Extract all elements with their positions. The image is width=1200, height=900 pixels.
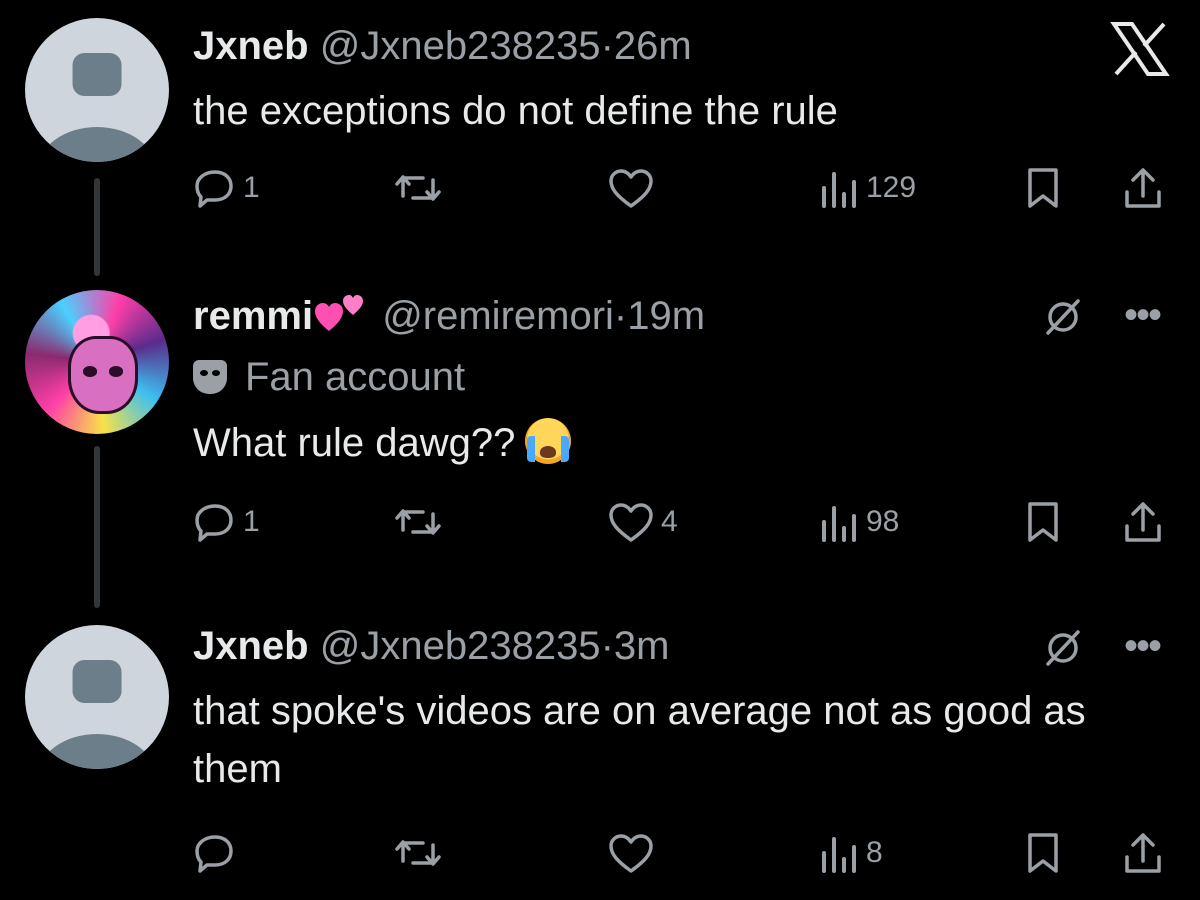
- repost-icon: [395, 509, 441, 535]
- views-icon: [822, 837, 856, 873]
- reply-button[interactable]: [193, 828, 237, 878]
- user-handle[interactable]: @remiremori: [382, 294, 614, 338]
- muted-icon[interactable]: [1043, 628, 1083, 668]
- timestamp[interactable]: 3m: [614, 624, 670, 668]
- tweet-header: remmi @remiremori·19m: [193, 291, 705, 340]
- user-handle[interactable]: @Jxneb238235: [320, 624, 601, 668]
- tweet-text-content: What rule dawg??: [193, 421, 516, 465]
- tweet-actions: 1 129: [193, 163, 1173, 213]
- account-label[interactable]: Fan account: [193, 353, 465, 401]
- avatar[interactable]: [25, 625, 169, 769]
- tweet-actions: 1 4 98: [193, 497, 1173, 547]
- share-icon: [1125, 168, 1161, 208]
- like-button[interactable]: [607, 163, 655, 213]
- like-button[interactable]: 4: [607, 497, 678, 547]
- view-count: 8: [866, 836, 883, 869]
- muted-icon[interactable]: [1043, 297, 1083, 337]
- timestamp[interactable]: 19m: [627, 294, 705, 338]
- avatar[interactable]: [25, 290, 169, 434]
- separator: ·: [600, 624, 614, 668]
- x-logo-icon[interactable]: [1110, 22, 1170, 76]
- theater-mask-icon: [193, 360, 227, 394]
- repost-button[interactable]: [393, 497, 443, 547]
- more-icon[interactable]: •••: [1124, 626, 1162, 666]
- like-button[interactable]: [607, 828, 655, 878]
- tweet-actions: 8: [193, 828, 1173, 878]
- bookmark-button[interactable]: [1025, 163, 1061, 213]
- repost-button[interactable]: [393, 163, 443, 213]
- share-icon: [1125, 833, 1161, 873]
- view-count: 98: [866, 505, 900, 538]
- reply-button[interactable]: 1: [193, 497, 260, 547]
- separator: ·: [600, 24, 614, 68]
- reply-count: 1: [243, 505, 260, 538]
- tweet-header: Jxneb @Jxneb238235·3m: [193, 622, 669, 670]
- reply-count: 1: [243, 171, 260, 204]
- tweet-text: What rule dawg??: [193, 414, 1093, 472]
- display-name[interactable]: Jxneb: [193, 24, 309, 68]
- separator: ·: [613, 294, 628, 338]
- repost-icon: [395, 175, 441, 201]
- like-count: 4: [661, 505, 678, 538]
- avatar[interactable]: [25, 18, 169, 162]
- reply-icon: [195, 835, 233, 873]
- views-icon: [822, 506, 856, 542]
- views-button[interactable]: 129: [818, 163, 916, 213]
- crying-emoji: [525, 418, 572, 464]
- views-button[interactable]: 8: [818, 828, 883, 878]
- views-button[interactable]: 98: [818, 497, 899, 547]
- share-button[interactable]: [1121, 497, 1165, 547]
- view-count: 129: [866, 171, 917, 204]
- thread-line: [94, 178, 100, 276]
- bookmark-icon: [1028, 833, 1058, 873]
- user-handle[interactable]: @Jxneb238235: [320, 24, 601, 68]
- bookmark-button[interactable]: [1025, 828, 1061, 878]
- reply-button[interactable]: 1: [193, 163, 260, 213]
- bookmark-button[interactable]: [1025, 497, 1061, 547]
- reply-icon: [195, 504, 233, 542]
- thread-line: [94, 446, 100, 608]
- display-name[interactable]: Jxneb: [193, 624, 309, 668]
- account-label-text: Fan account: [245, 355, 466, 399]
- share-icon: [1125, 502, 1161, 542]
- share-button[interactable]: [1121, 163, 1165, 213]
- more-icon[interactable]: •••: [1124, 295, 1162, 335]
- tweet-text: that spoke's videos are on average not a…: [193, 689, 1086, 791]
- share-button[interactable]: [1121, 828, 1165, 878]
- timestamp[interactable]: 26m: [614, 24, 692, 68]
- repost-icon: [395, 840, 441, 866]
- hearts-emoji: [313, 291, 371, 335]
- reply-icon: [195, 170, 233, 208]
- bookmark-icon: [1028, 502, 1058, 542]
- views-icon: [822, 172, 856, 208]
- like-icon: [609, 834, 653, 873]
- repost-button[interactable]: [393, 828, 443, 878]
- like-icon: [609, 503, 653, 542]
- tweet-text: the exceptions do not define the rule: [193, 89, 838, 133]
- bookmark-icon: [1028, 168, 1058, 208]
- display-name[interactable]: remmi: [193, 294, 313, 338]
- like-icon: [609, 169, 653, 208]
- tweet-header: Jxneb @Jxneb238235·26m: [193, 22, 692, 70]
